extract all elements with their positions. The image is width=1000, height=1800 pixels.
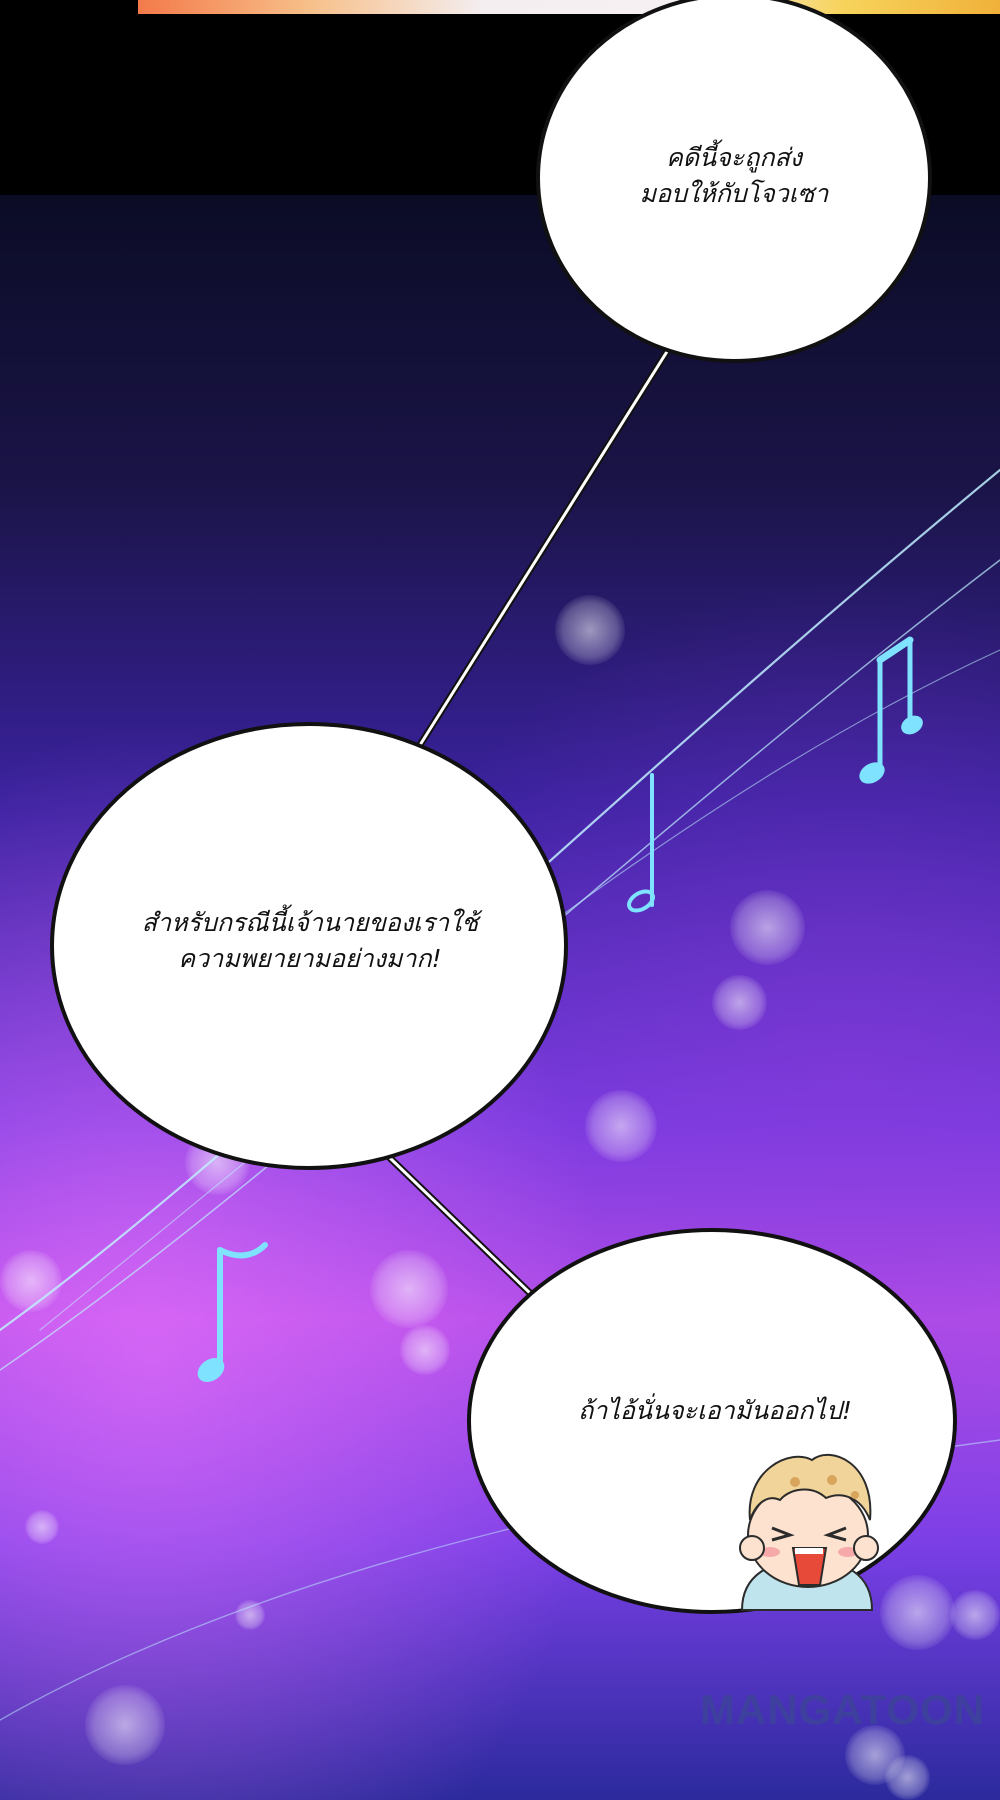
bubble-line: ถ้าไอ้นั่นจะเอามันออกไป! (578, 1396, 852, 1425)
bubble-line: มอบให้กับโจวเซา (639, 179, 829, 208)
chibi-boy-illustration (739, 1453, 879, 1611)
speech-bubble-2-text: สำหรับกรณีนี้เจ้านายของเราใช้ ความพยายาม… (80, 905, 540, 977)
manga-panel: คดีนี้จะถูกส่ง มอบให้กับโจวเซา สำหรับกรณ… (0, 0, 1000, 1800)
beamed-notes-icon (859, 636, 923, 784)
eighth-note-icon (627, 773, 655, 913)
mangatoon-watermark: MANGATOON (700, 1686, 986, 1733)
bubble-line: คดีนี้จะถูกส่ง (666, 143, 802, 172)
eighth-note-icon (197, 1242, 268, 1382)
bubble-line: สำหรับกรณีนี้เจ้านายของเราใช้ (141, 908, 479, 937)
bubble-line: ความพยายามอย่างมาก! (178, 944, 442, 973)
speech-bubble-3-text: ถ้าไอ้นั่นจะเอามันออกไป! (520, 1393, 910, 1429)
art-overlay (0, 0, 1000, 1721)
speech-bubble-1-text: คดีนี้จะถูกส่ง มอบให้กับโจวเซา (574, 140, 894, 212)
